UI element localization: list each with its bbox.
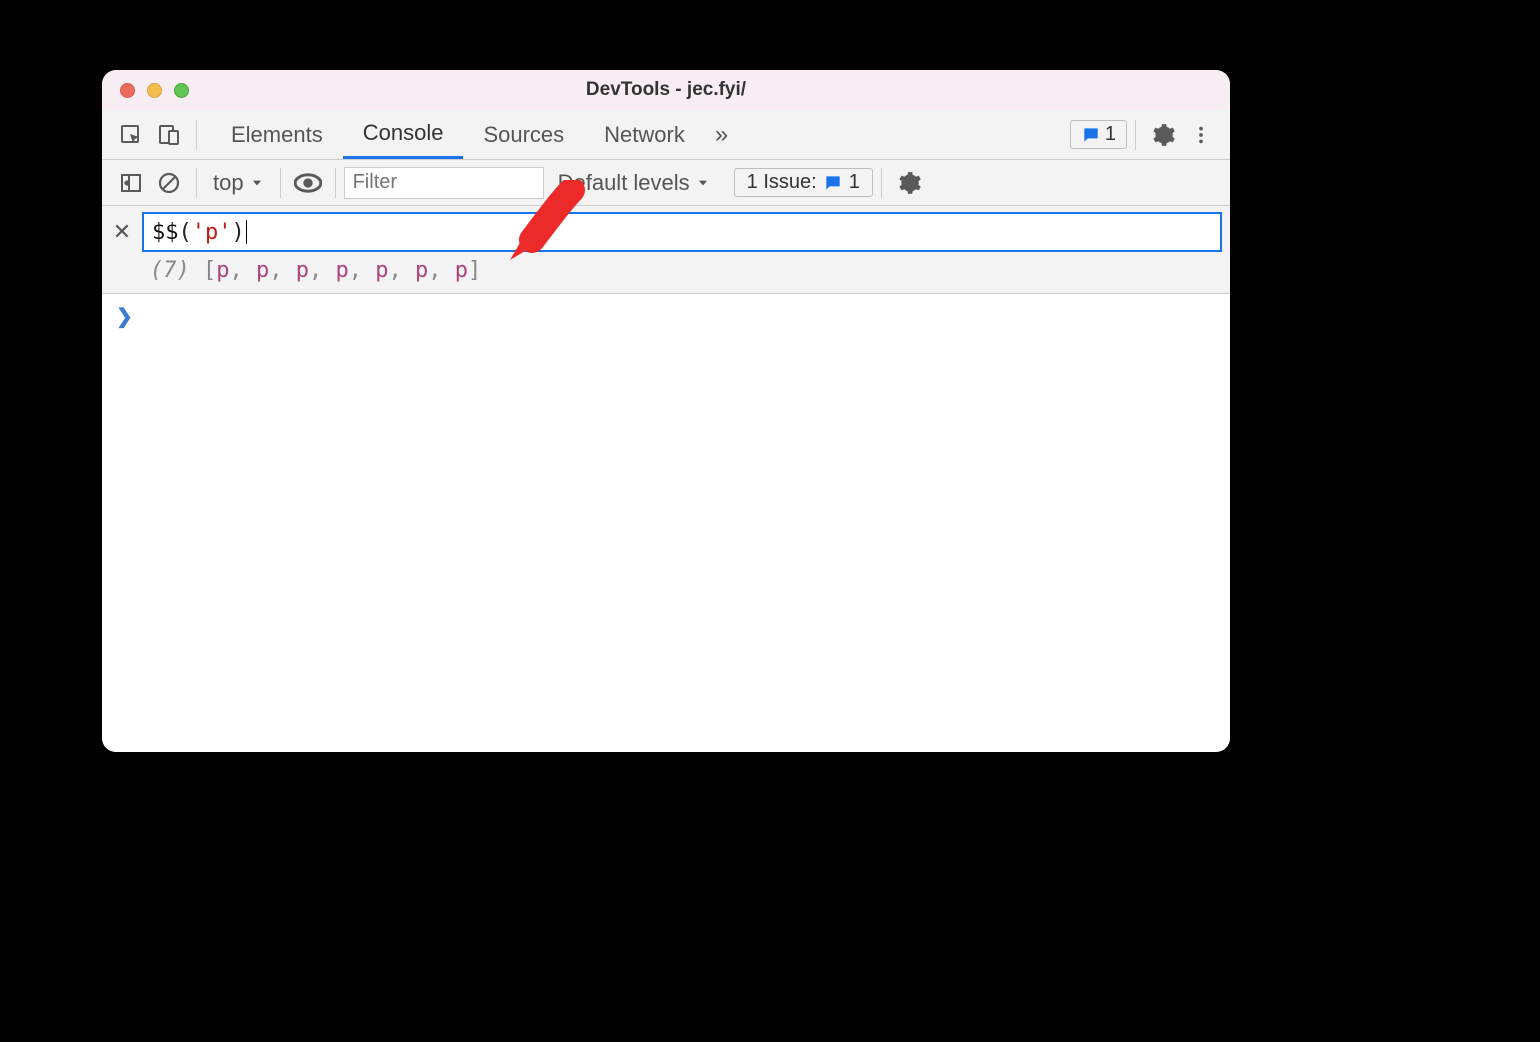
preview-element[interactable]: p xyxy=(296,258,309,283)
minimize-window-button[interactable] xyxy=(147,83,162,98)
issues-button[interactable]: 1 Issue: 1 xyxy=(734,168,873,197)
separator xyxy=(196,168,197,198)
tab-console[interactable]: Console xyxy=(343,110,464,159)
clear-console-icon[interactable] xyxy=(150,164,188,202)
code-token: ( xyxy=(179,220,192,245)
preview-element[interactable]: p xyxy=(375,258,388,283)
prompt-chevron-icon: ❯ xyxy=(116,304,133,329)
code-token: 'p' xyxy=(192,220,232,245)
panel-tabs: Elements Console Sources Network » xyxy=(211,110,738,159)
comma: , xyxy=(428,258,455,283)
comma: , xyxy=(269,258,296,283)
more-menu-icon[interactable] xyxy=(1182,116,1220,154)
code-token: ) xyxy=(232,220,245,245)
live-expression-icon[interactable] xyxy=(289,164,327,202)
array-length: (7) xyxy=(150,258,190,283)
text-caret xyxy=(246,220,247,244)
devtools-window: DevTools - jec.fyi/ Elements Console Sou… xyxy=(102,70,1230,752)
comma: , xyxy=(309,258,336,283)
tab-sources[interactable]: Sources xyxy=(463,110,584,159)
console-body: ✕ $$('p') (7) [p, p, p, p, p, p, p] ❯ xyxy=(102,206,1230,752)
device-toolbar-icon[interactable] xyxy=(150,116,188,154)
more-tabs-icon[interactable]: » xyxy=(705,110,738,159)
toggle-sidebar-icon[interactable] xyxy=(112,164,150,202)
console-prompt-row[interactable]: ❯ xyxy=(102,294,1230,339)
zoom-window-button[interactable] xyxy=(174,83,189,98)
log-levels-selector[interactable]: Default levels xyxy=(544,170,724,196)
preview-element[interactable]: p xyxy=(216,258,229,283)
chevron-down-icon xyxy=(250,176,264,190)
message-icon xyxy=(823,173,843,193)
levels-label: Default levels xyxy=(558,170,690,196)
bracket-close: ] xyxy=(468,258,481,283)
close-window-button[interactable] xyxy=(120,83,135,98)
chevron-down-icon xyxy=(696,176,710,190)
separator xyxy=(1135,120,1136,150)
preview-element[interactable]: p xyxy=(455,258,468,283)
preview-element[interactable]: p xyxy=(415,258,428,283)
comma: , xyxy=(389,258,416,283)
comma: , xyxy=(230,258,257,283)
issues-label: 1 Issue: xyxy=(747,171,817,194)
comma: , xyxy=(349,258,376,283)
separator xyxy=(196,120,197,150)
main-toolbar: Elements Console Sources Network » 1 xyxy=(102,110,1230,160)
console-toolbar: top Default levels 1 Issue: 1 xyxy=(102,160,1230,206)
tab-network[interactable]: Network xyxy=(584,110,705,159)
settings-icon[interactable] xyxy=(1144,116,1182,154)
separator xyxy=(881,168,882,198)
eager-eval-preview: (7) [p, p, p, p, p, p, p] xyxy=(110,252,1222,283)
tab-elements[interactable]: Elements xyxy=(211,110,343,159)
feedback-count: 1 xyxy=(1105,123,1116,146)
filter-input[interactable] xyxy=(344,167,544,199)
context-label: top xyxy=(213,170,244,196)
issues-count: 1 xyxy=(849,171,860,194)
inspect-element-icon[interactable] xyxy=(112,116,150,154)
close-icon[interactable]: ✕ xyxy=(110,219,134,245)
separator xyxy=(280,168,281,198)
preview-element[interactable]: p xyxy=(256,258,269,283)
preview-element[interactable]: p xyxy=(336,258,349,283)
bracket-open: [ xyxy=(203,258,216,283)
feedback-button[interactable]: 1 xyxy=(1070,120,1127,149)
console-settings-icon[interactable] xyxy=(890,164,928,202)
titlebar: DevTools - jec.fyi/ xyxy=(102,70,1230,110)
window-title: DevTools - jec.fyi/ xyxy=(102,79,1230,101)
eager-eval-group: ✕ $$('p') (7) [p, p, p, p, p, p, p] xyxy=(102,206,1230,294)
window-controls xyxy=(102,83,189,98)
code-token: $$ xyxy=(152,220,179,245)
separator xyxy=(335,168,336,198)
context-selector[interactable]: top xyxy=(205,170,272,196)
console-input[interactable]: $$('p') xyxy=(142,212,1222,252)
